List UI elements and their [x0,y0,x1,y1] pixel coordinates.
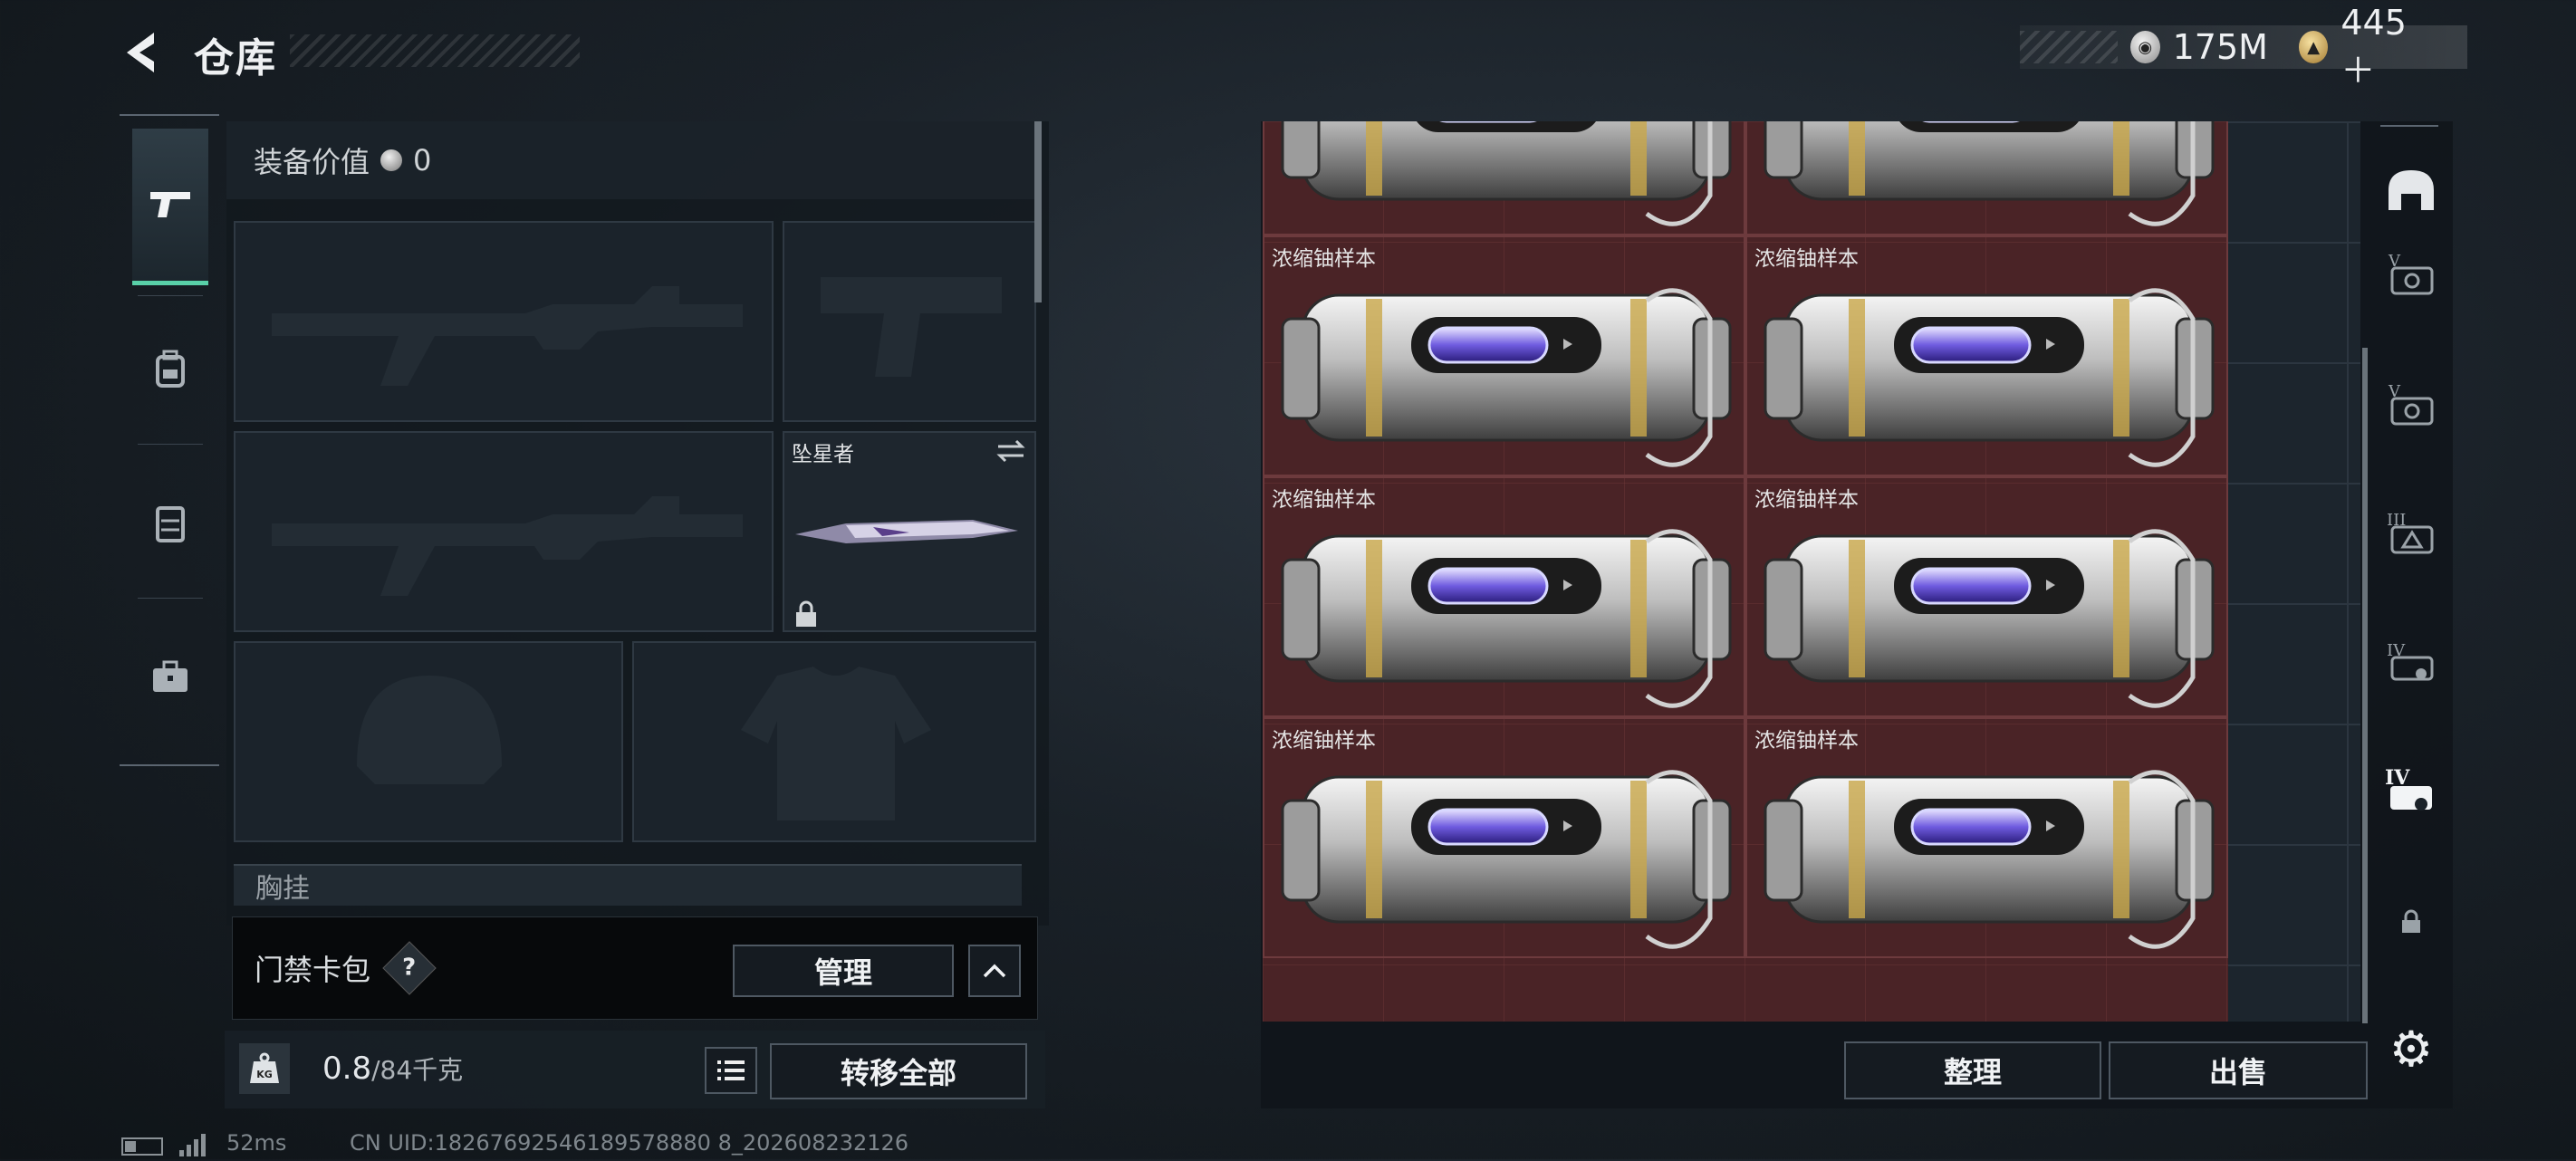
category-rail [120,114,219,766]
falling-star-knife-icon [795,520,1018,543]
manage-button[interactable]: 管理 [733,945,954,997]
battery-icon [121,1137,163,1156]
melee-slot[interactable]: 坠星者 [783,431,1036,632]
uranium-capsule-icon [1764,121,2215,226]
storage-item[interactable] [1745,121,2228,235]
storage-grid: 浓缩铀样本 浓缩铀样本 浓缩铀样本 浓缩铀样本 浓缩铀样本 浓缩铀样本 [1263,121,2360,1022]
gold-coin-icon: ▲ [2298,31,2329,63]
signal-icon [178,1132,214,1161]
helmet-silhouette-icon [357,676,502,784]
ping-readout: 52ms [226,1130,287,1156]
equipment-scrollbar[interactable] [1034,121,1042,302]
transfer-all-button[interactable]: 转移全部 [770,1043,1027,1099]
rail-divider [138,598,203,599]
uranium-capsule-icon [1764,288,2215,467]
uranium-capsule-icon [1281,529,1732,708]
storage-item[interactable]: 浓缩铀样本 [1263,235,1745,476]
briefcase-icon [153,660,187,692]
lock-icon [2382,893,2440,951]
helmet-slot[interactable] [234,641,623,842]
tab-toolbox[interactable] [132,605,208,750]
swap-icon[interactable] [995,438,1027,464]
sell-button[interactable]: 出售 [2109,1041,2368,1099]
collapse-button[interactable] [968,945,1021,997]
pistol-icon [150,192,190,217]
user-id: CN UID:18267692546189578880 8_2026082321… [350,1130,909,1156]
uranium-capsule-icon [1764,770,2215,949]
keycard-wallet-label: 门禁卡包 [255,953,371,987]
help-glyph: ? [402,955,417,982]
weight-icon: KG [239,1043,290,1094]
weight-max: /84千克 [371,1055,464,1085]
equipment-value: 0 [413,143,432,178]
tool-rail-divider [2380,125,2438,127]
secondary-weapon-slot[interactable] [234,431,774,632]
backpack-icon [156,350,185,388]
back-button[interactable] [118,27,163,78]
silver-coin-icon: ◉ [2130,31,2160,63]
rail-divider [138,444,203,445]
back-arrow-icon [127,33,154,72]
storage-item[interactable] [1263,121,1745,235]
currency-decoration [2019,31,2119,63]
vest-icon [156,506,185,542]
storage-item[interactable]: 浓缩铀样本 [1745,717,2228,958]
level-v-rig-icon[interactable]: V [2382,375,2440,433]
chevron-up-icon [983,964,1006,978]
gear-icon[interactable]: ⚙ [2384,1021,2438,1078]
equipment-value-header: 装备价值 0 [226,121,1036,199]
tab-rig[interactable] [132,451,208,596]
melee-name: 坠星者 [792,443,854,466]
uranium-capsule-icon [1281,121,1732,226]
rifle-silhouette-icon [272,286,743,386]
uranium-capsule-icon [1281,288,1732,467]
kg-text: KG [256,1069,273,1080]
pistol-slot[interactable] [783,221,1036,422]
currency-bar: ◉ 175M ▲ 445＋ [2019,3,2467,91]
lock-icon [796,600,816,627]
armor-slot[interactable] [632,641,1036,842]
level-iv-icon[interactable]: IV [2382,634,2440,692]
weight-current: 0.8 [322,1051,372,1087]
silver-coin-value: 175M [2172,27,2268,67]
rail-divider [138,295,203,296]
rifle-silhouette-icon [272,496,743,596]
level-iv-active-icon[interactable]: IV [2382,763,2440,820]
storage-item[interactable]: 浓缩铀样本 [1263,476,1745,717]
storage-item[interactable]: 浓缩铀样本 [1745,476,2228,717]
help-icon[interactable]: ? [382,941,437,995]
tab-backpack[interactable] [132,297,208,442]
sort-button[interactable]: 整理 [1844,1041,2101,1099]
equipment-panel: 装备价值 0 坠星者 [226,121,1049,926]
tab-weapons[interactable] [132,129,208,285]
storage-scrollbar[interactable] [2362,348,2368,1023]
list-view-button[interactable] [705,1047,757,1094]
level-v-vest-icon[interactable]: V [2382,245,2440,302]
gold-coin-value: 445＋ [2341,2,2407,91]
level-iii-icon[interactable]: III [2382,504,2440,561]
armor-silhouette-icon [741,667,931,820]
chest-rig-label: 胸挂 [255,873,310,905]
helmet-icon[interactable] [2382,161,2440,219]
uranium-capsule-icon [1281,770,1732,949]
storage-item[interactable]: 浓缩铀样本 [1745,235,2228,476]
chest-rig-slot-header: 胸挂 [234,864,1022,906]
primary-weapon-slot[interactable] [234,221,774,422]
list-icon [717,1060,745,1080]
equipment-value-label: 装备价值 [254,145,370,179]
weight-bar: KG 0.8/84千克 转移全部 [225,1031,1045,1108]
storage-item[interactable]: 浓缩铀样本 [1263,717,1745,958]
keycard-wallet-bar: 门禁卡包 ? 管理 [232,916,1038,1020]
page-title: 仓库 [194,35,277,82]
weight-readout: 0.8/84千克 [322,1051,463,1087]
pistol-silhouette-icon [821,277,1002,377]
title-decoration [290,34,580,67]
silver-coin-icon [380,149,403,171]
uranium-capsule-icon [1764,529,2215,708]
